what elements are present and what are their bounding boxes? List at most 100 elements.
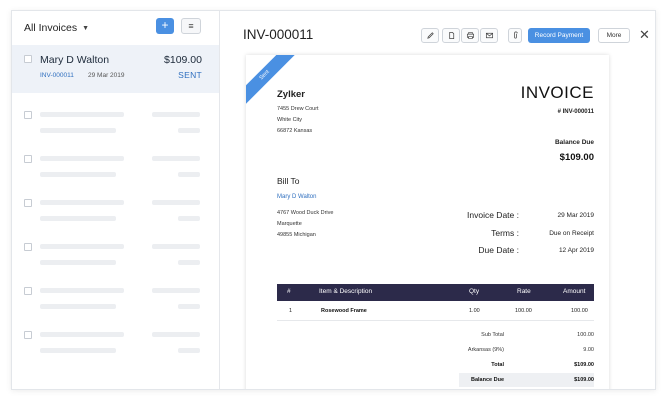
table-row: 1 Rosewood Frame 1.00 100.00 100.00	[277, 301, 594, 321]
due-date-label: Due Date :	[478, 245, 519, 255]
row-checkbox[interactable]	[24, 199, 32, 207]
skeleton-bar	[152, 288, 200, 293]
terms-value: Due on Receipt	[549, 230, 594, 237]
invoice-detail-pane: INV-000011 Record Payment More ✕ Sent Zy…	[221, 11, 655, 389]
new-invoice-button[interactable]: +	[156, 18, 174, 34]
skeleton-bar	[152, 156, 200, 161]
customer-name-link[interactable]: Mary D Walton	[277, 194, 316, 200]
skeleton-bar	[40, 304, 116, 309]
skeleton-bar	[152, 244, 200, 249]
skeleton-bar	[40, 332, 124, 337]
invoice-document: Sent Zylker 7455 Drew Court White City 6…	[246, 55, 609, 389]
record-payment-button[interactable]: Record Payment	[528, 28, 590, 43]
item-description: Rosewood Frame	[321, 308, 367, 314]
plus-icon: +	[161, 18, 169, 32]
attachment-icon	[513, 31, 518, 39]
item-amount: 100.00	[571, 308, 588, 314]
list-invoice-date: 29 Mar 2019	[88, 72, 125, 79]
row-checkbox[interactable]	[24, 287, 32, 295]
tax-label: Arkansas (9%)	[467, 347, 504, 353]
skeleton-bar	[152, 332, 200, 337]
skeleton-bar	[178, 304, 200, 309]
skeleton-bar	[40, 216, 116, 221]
list-invoice-number: INV-000011	[40, 72, 74, 79]
email-icon	[485, 32, 493, 39]
skeleton-bar	[152, 112, 200, 117]
chevron-down-icon[interactable]: ▼	[82, 25, 89, 32]
edit-button[interactable]	[421, 28, 439, 43]
invoice-filter-dropdown[interactable]: All Invoices	[24, 22, 77, 34]
edit-icon	[426, 32, 434, 39]
skeleton-bar	[178, 348, 200, 353]
skeleton-bar	[40, 244, 124, 249]
list-menu-button[interactable]: ≡	[181, 18, 201, 34]
pdf-icon	[448, 31, 454, 40]
list-invoice-amount: $109.00	[164, 54, 202, 66]
print-button[interactable]	[461, 28, 479, 43]
skeleton-bar	[40, 260, 116, 265]
sidebar-header: All Invoices ▼ + ≡	[12, 11, 219, 45]
terms-label: Terms :	[491, 228, 519, 238]
invoice-list-sidebar: All Invoices ▼ + ≡ Mary D Walton $109.00…	[12, 11, 220, 389]
skeleton-bar	[178, 128, 200, 133]
more-button[interactable]: More	[598, 28, 630, 43]
invoice-list-item-selected[interactable]: Mary D Walton $109.00 INV-000011 29 Mar …	[12, 45, 219, 93]
total-value: $109.00	[574, 362, 594, 368]
item-qty: 1.00	[469, 308, 480, 314]
status-ribbon: Sent	[246, 55, 302, 112]
list-item-placeholder	[12, 95, 219, 139]
list-customer-name: Mary D Walton	[40, 54, 110, 66]
item-number: 1	[289, 308, 293, 314]
invoice-date-label: Invoice Date :	[467, 210, 519, 220]
row-checkbox[interactable]	[24, 55, 32, 63]
skeleton-bar	[152, 200, 200, 205]
list-item-placeholder	[12, 183, 219, 227]
skeleton-bar	[40, 172, 116, 177]
close-icon[interactable]: ✕	[639, 27, 650, 42]
column-header: Amount	[563, 288, 586, 295]
pdf-button[interactable]	[442, 28, 460, 43]
row-checkbox[interactable]	[24, 243, 32, 251]
list-item-placeholder	[12, 315, 219, 359]
invoice-number: # INV-000011	[557, 109, 594, 115]
skeleton-bar	[40, 156, 124, 161]
balance-due-row-value: $109.00	[574, 377, 594, 383]
customer-address-line: 49855 Michigan	[277, 232, 316, 238]
company-address-line: White City	[277, 117, 303, 123]
row-checkbox[interactable]	[24, 331, 32, 339]
row-checkbox[interactable]	[24, 111, 32, 119]
company-name: Zylker	[277, 89, 305, 100]
tax-value: 9.00	[583, 347, 594, 353]
due-date-value: 12 Apr 2019	[558, 247, 594, 254]
column-header: Qty	[469, 288, 480, 295]
skeleton-bar	[40, 112, 124, 117]
items-table-header: # Item & Description Qty Rate Amount	[277, 284, 594, 301]
list-invoice-status: SENT	[178, 70, 202, 80]
bill-to-label: Bill To	[277, 176, 300, 186]
balance-due-value: $109.00	[559, 152, 594, 163]
customer-address-line: Marquette	[277, 221, 302, 227]
column-header: Item & Description	[319, 288, 373, 295]
skeleton-bar	[40, 200, 124, 205]
column-header: #	[287, 288, 291, 295]
attachment-button[interactable]	[508, 28, 522, 43]
company-address-line: 66872 Kansas	[277, 128, 313, 134]
skeleton-bar	[178, 172, 200, 177]
total-label: Total	[491, 362, 504, 368]
skeleton-bar	[40, 128, 116, 133]
skeleton-bar	[178, 216, 200, 221]
email-button[interactable]	[480, 28, 498, 43]
balance-due-label: Balance Due	[554, 139, 594, 146]
column-header: Rate	[517, 288, 531, 295]
app-window: All Invoices ▼ + ≡ Mary D Walton $109.00…	[11, 10, 656, 390]
page-title: INV-000011	[243, 27, 314, 42]
hamburger-icon: ≡	[188, 21, 194, 31]
invoice-heading: INVOICE	[520, 83, 594, 102]
balance-due-row-label: Balance Due	[470, 377, 504, 383]
subtotal-value: 100.00	[577, 332, 594, 338]
print-icon	[466, 32, 474, 39]
list-item-placeholder	[12, 271, 219, 315]
row-checkbox[interactable]	[24, 155, 32, 163]
invoice-date-value: 29 Mar 2019	[557, 212, 595, 219]
customer-address-line: 4767 Wood Duck Drive	[277, 210, 334, 216]
